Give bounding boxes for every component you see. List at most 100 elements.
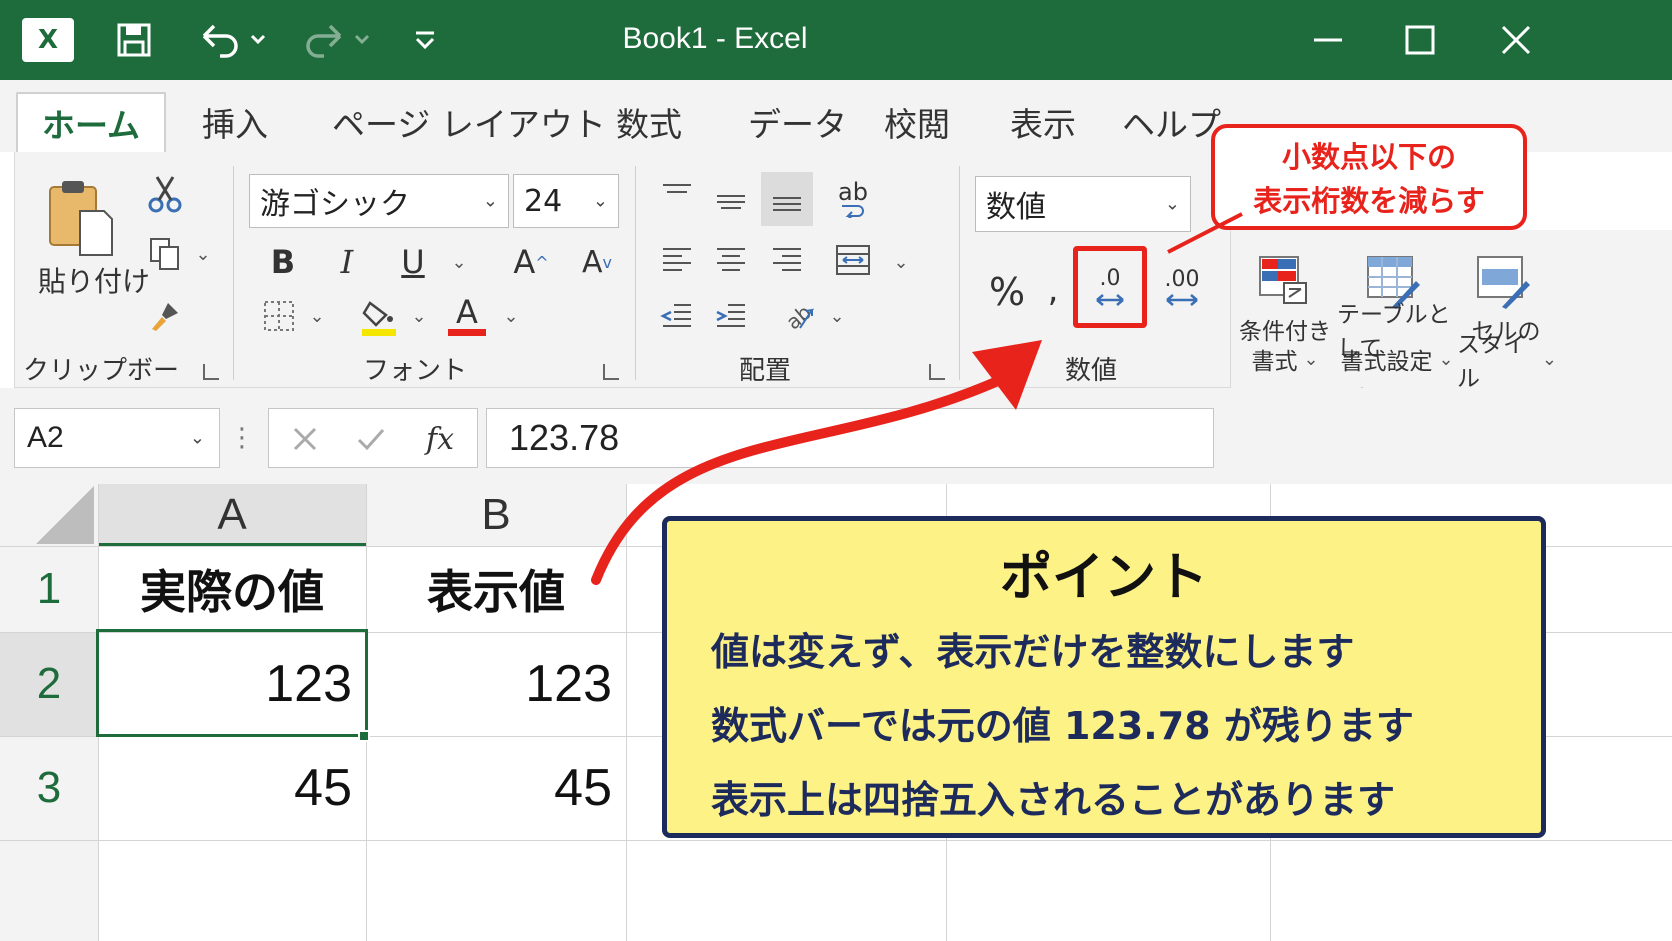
name-box-value: A2 — [27, 421, 64, 454]
column-header-B[interactable]: B — [366, 484, 626, 546]
more-options-icon[interactable]: ⋮ — [229, 420, 255, 456]
align-center-icon[interactable] — [711, 242, 751, 278]
clipboard-launcher-icon[interactable] — [203, 364, 219, 380]
shrink-font-label: A — [582, 244, 603, 280]
tab-insert[interactable]: 挿入 — [202, 92, 268, 152]
conditional-formatting-label-2[interactable]: 書式 ⌄ — [1235, 344, 1335, 376]
tab-view[interactable]: 表示 — [1010, 92, 1076, 152]
orientation-dropdown-icon[interactable]: ⌄ — [825, 304, 849, 328]
callout-line-2: 表示桁数を減らす — [1253, 184, 1485, 218]
copy-dropdown-icon[interactable]: ⌄ — [193, 244, 213, 265]
column-header-A[interactable]: A — [98, 484, 366, 546]
conditional-formatting-label-2-text: 書式 — [1251, 349, 1298, 375]
point-line-3: 表示上は四捨五入されることがあります — [711, 778, 1396, 822]
font-color-swatch — [448, 328, 486, 336]
borders-icon[interactable] — [261, 298, 297, 334]
format-as-table-label-1[interactable]: テーブルとして — [1337, 302, 1457, 362]
decrease-decimal-glyph: .0 — [1099, 266, 1121, 291]
number-format-select[interactable]: 数値 ⌄ — [975, 176, 1191, 232]
formula-bar: A2 ⌄ ⋮ fx 123.78 — [0, 388, 1672, 484]
align-top-icon[interactable] — [657, 178, 697, 214]
align-bottom-icon[interactable] — [761, 172, 813, 226]
decrease-decimal-callout: 小数点以下の 表示桁数を減らす — [1211, 124, 1527, 230]
font-size-value: 24 — [524, 183, 563, 219]
increase-decimal-button[interactable]: .00 — [1157, 258, 1207, 318]
underline-button[interactable]: U — [393, 240, 433, 284]
merge-center-icon[interactable] — [833, 240, 873, 280]
align-right-icon[interactable] — [767, 242, 807, 278]
tab-data[interactable]: データ — [748, 92, 847, 152]
tab-page-layout[interactable]: ページ レイアウト — [332, 92, 606, 152]
wrap-text-glyph: ab — [838, 178, 868, 206]
font-color-button[interactable]: A — [445, 292, 489, 338]
orientation-icon[interactable]: ab — [779, 298, 819, 334]
align-middle-icon[interactable] — [711, 182, 751, 218]
align-left-icon[interactable] — [657, 242, 697, 278]
number-group-label: 数値 — [1064, 356, 1117, 386]
grow-font-label: A — [513, 243, 536, 281]
alignment-launcher-icon[interactable] — [929, 364, 945, 380]
formula-input[interactable]: 123.78 — [486, 408, 1214, 468]
paste-label[interactable]: 貼り付け — [29, 262, 159, 298]
paste-icon[interactable] — [45, 176, 117, 260]
grid-line — [0, 840, 1672, 841]
cell-B1[interactable]: 表示値 — [366, 546, 626, 632]
cell-B2[interactable]: 123 — [366, 632, 626, 736]
fill-handle[interactable] — [358, 730, 370, 742]
insert-function-button[interactable]: fx — [415, 417, 465, 461]
cut-icon[interactable] — [145, 172, 185, 216]
font-name-value: 游ゴシック — [260, 187, 410, 222]
chevron-down-icon: ⌄ — [1438, 348, 1454, 370]
merge-dropdown-icon[interactable]: ⌄ — [889, 250, 913, 274]
cell-A1[interactable]: 実際の値 — [98, 546, 366, 632]
bold-button[interactable]: B — [263, 240, 303, 284]
conditional-formatting-icon[interactable] — [1257, 254, 1311, 308]
cancel-entry-icon[interactable] — [285, 419, 325, 459]
cell-B3[interactable]: 45 — [366, 736, 626, 840]
chevron-down-icon: ⌄ — [482, 190, 498, 212]
confirm-entry-icon[interactable] — [351, 419, 391, 459]
separator — [959, 166, 960, 380]
name-box[interactable]: A2 ⌄ — [14, 408, 220, 468]
font-color-dropdown-icon[interactable]: ⌄ — [499, 304, 523, 328]
italic-button[interactable]: I — [327, 240, 367, 284]
point-line-1: 値は変えず、表示だけを整数にします — [711, 630, 1355, 674]
font-size-select[interactable]: 24 ⌄ — [513, 174, 619, 228]
row-header-2[interactable]: 2 — [0, 632, 98, 736]
ribbon: 貼り付け ⌄ クリップボード 游ゴシック ⌄ 24 ⌄ B I U ⌄ A^ A… — [14, 152, 1244, 423]
fill-color-dropdown-icon[interactable]: ⌄ — [407, 304, 431, 328]
increase-indent-icon[interactable] — [711, 298, 751, 334]
point-line-2: 数式バーでは元の値 123.78 が残ります — [711, 704, 1414, 748]
grow-font-button[interactable]: A ^ — [509, 240, 553, 284]
decrease-decimal-button[interactable]: .0 — [1073, 246, 1147, 328]
minimize-icon[interactable] — [1308, 0, 1348, 80]
font-name-select[interactable]: 游ゴシック ⌄ — [249, 174, 509, 228]
tab-help[interactable]: ヘルプ — [1122, 92, 1221, 152]
point-box: ポイント 値は変えず、表示だけを整数にします 数式バーでは元の値 123.78 … — [662, 516, 1546, 838]
fill-color-icon[interactable] — [359, 294, 399, 338]
close-icon[interactable] — [1496, 0, 1536, 80]
tab-home[interactable]: ホーム — [16, 92, 167, 152]
shrink-font-button[interactable]: Av — [575, 240, 619, 284]
row-header-3[interactable]: 3 — [0, 736, 98, 840]
select-all-icon[interactable] — [34, 484, 96, 546]
percent-style-button[interactable]: % — [985, 268, 1029, 316]
decrease-indent-icon[interactable] — [657, 298, 697, 334]
cell-styles-label-2[interactable]: スタイル ⌄ — [1457, 332, 1557, 392]
comma-style-button[interactable]: , — [1041, 266, 1065, 314]
format-as-table-label-2[interactable]: 書式設定 ⌄ — [1337, 344, 1457, 376]
row-header-1[interactable]: 1 — [0, 546, 98, 632]
svg-text:ab: ab — [782, 300, 816, 332]
wrap-text-icon[interactable]: ab — [833, 178, 873, 222]
font-launcher-icon[interactable] — [603, 364, 619, 380]
cell-A3[interactable]: 45 — [98, 736, 366, 840]
tab-review[interactable]: 校閲 — [884, 92, 950, 152]
borders-dropdown-icon[interactable]: ⌄ — [305, 304, 329, 328]
format-painter-icon[interactable] — [145, 296, 185, 336]
underline-dropdown-icon[interactable]: ⌄ — [447, 250, 471, 274]
cell-styles-icon[interactable] — [1475, 254, 1533, 312]
conditional-formatting-label-1[interactable]: 条件付き — [1235, 314, 1335, 345]
tab-formulas[interactable]: 数式 — [616, 92, 682, 152]
copy-icon[interactable] — [145, 234, 185, 274]
maximize-icon[interactable] — [1400, 0, 1440, 80]
